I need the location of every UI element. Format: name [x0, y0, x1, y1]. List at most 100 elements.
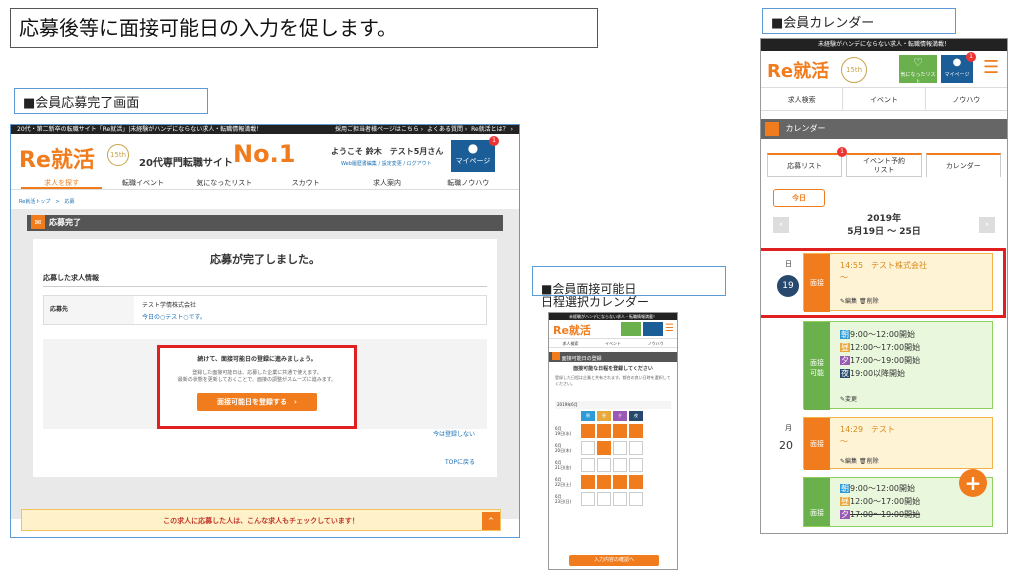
topbar-link-about[interactable]: Re就活とは？ ›: [471, 126, 513, 133]
slot-cell-selected[interactable]: [629, 475, 643, 489]
slot2-noon-text: 12:00〜17:00開始: [850, 497, 921, 506]
slot-cell-selected[interactable]: [613, 424, 627, 438]
slot-cell[interactable]: [613, 458, 627, 472]
slot-item: 夜19:00以降開始: [840, 367, 920, 380]
right-anniversary-badge: 15th: [841, 57, 867, 83]
main-heading: 応募後等に面接可能日の入力を促します。: [19, 16, 397, 40]
mypage-button[interactable]: ● マイページ 1: [451, 136, 499, 172]
next-week-button[interactable]: ›: [979, 217, 995, 233]
tab-event-reservations[interactable]: イベント予約 リスト: [846, 153, 922, 177]
slot-cell[interactable]: [613, 441, 627, 455]
right-section-bar: カレンダー: [761, 119, 1007, 139]
slot-cell-selected[interactable]: [613, 475, 627, 489]
edit-link[interactable]: 編集: [845, 298, 857, 305]
slot2-item: 昼12:00〜17:00開始: [840, 495, 920, 508]
complete-message: 応募が完了しました。: [210, 253, 320, 266]
today-button[interactable]: 今日: [773, 189, 825, 207]
week-year: 2019年: [866, 214, 902, 224]
register-button[interactable]: 面接可能日を登録する ›: [197, 393, 317, 411]
slot-cell[interactable]: [597, 492, 611, 506]
slot-cell[interactable]: [581, 441, 595, 455]
tab-applications[interactable]: 応募リスト: [767, 153, 843, 177]
slot-cell[interactable]: [613, 492, 627, 506]
table-label: 応募先: [44, 296, 134, 324]
mid-mypage-button[interactable]: [643, 322, 663, 336]
mid-heading: 面接可能な日程を登録してください: [573, 366, 653, 372]
nav-item-events[interactable]: 転職イベント: [102, 176, 183, 189]
slot2-item: 朝9:00〜12:00開始: [840, 482, 920, 495]
right-nav-events[interactable]: イベント: [843, 88, 926, 110]
slot-cell[interactable]: [597, 458, 611, 472]
right-nav: 求人検索 イベント ノウハウ: [761, 87, 1007, 111]
mid-menu-icon[interactable]: ☰: [665, 323, 674, 334]
mid-fav-button[interactable]: [621, 322, 641, 336]
complete-card: 応募が完了しました。 応募した求人情報 応募先 テスト学情株式会社 今日の○テス…: [33, 239, 497, 477]
nav-item-search[interactable]: 求人を探す: [21, 176, 103, 189]
slot-cell[interactable]: [629, 492, 643, 506]
slot-cell-selected[interactable]: [597, 424, 611, 438]
add-fab-button[interactable]: +: [959, 469, 987, 497]
anniversary-badge: 15th: [107, 144, 129, 166]
mid-header: Re就活 ☰: [549, 320, 677, 338]
mid-section-title: 面接可能日の登録: [561, 356, 602, 362]
mid-confirm-button[interactable]: 入力内容の確認へ: [569, 555, 659, 566]
desktop-logo[interactable]: Re就活: [19, 142, 95, 174]
prev-week-button[interactable]: ‹: [773, 217, 789, 233]
prompt-text-2: 最新の状態を更新しておくことで、面接の調整がスムーズに進みます。: [177, 377, 337, 383]
slot-cell[interactable]: [629, 458, 643, 472]
nav-item-knowhow[interactable]: 転職ノウハウ: [428, 176, 509, 189]
slot-cell-selected[interactable]: [597, 475, 611, 489]
right-menu-icon[interactable]: ☰: [983, 57, 999, 78]
change-link[interactable]: 変更: [845, 396, 857, 403]
topbar-link-faq[interactable]: よくある質問 ›: [427, 126, 467, 133]
nav-item-guide[interactable]: 求人案内: [346, 176, 427, 189]
event-card-interview[interactable]: 面接 14:55 テスト株式会社 〜 ✎編集 🗑削除: [803, 253, 993, 312]
slot2-morning-badge: 朝: [840, 484, 850, 493]
slot-cell-selected[interactable]: [581, 475, 595, 489]
mid-nav-events[interactable]: イベント: [592, 339, 635, 347]
right-fav-button[interactable]: ♡ 気になったリスト: [899, 55, 937, 85]
event-time: 14:55 テスト株式会社: [840, 261, 928, 270]
availability2-type-label: 面接: [810, 509, 824, 517]
desktop-nav: 求人を探す 転職イベント 気になったリスト スカウト 求人案内 転職ノウハウ: [11, 176, 519, 190]
event-actions: ✎編集 🗑削除: [840, 296, 879, 305]
slot-cell-selected[interactable]: [581, 424, 595, 438]
slot-cell-selected[interactable]: [597, 441, 611, 455]
nav-item-favorites[interactable]: 気になったリスト: [184, 176, 265, 189]
account-links[interactable]: Web履歴書編集 / 設定変更 / ログアウト: [341, 160, 432, 167]
mid-nav-search[interactable]: 求人検索: [549, 339, 592, 347]
availability-card[interactable]: 面接 可能 朝9:00〜12:00開始 昼12:00〜17:00開始 夕17:0…: [803, 321, 993, 410]
event2-card-interview[interactable]: 面接 14:29 テスト 〜 ✎編集 🗑削除: [803, 417, 993, 470]
not-now-link[interactable]: 今は登録しない: [433, 429, 475, 438]
topbar-link-recruiter[interactable]: 採用ご担当者様ページはこちら ›: [335, 126, 423, 133]
desktop-header: Re就活 15th 20代専門転職サイト No.1 ようこそ 鈴木 テスト5月さ…: [11, 134, 519, 176]
slot-cell-selected[interactable]: [629, 424, 643, 438]
right-logo[interactable]: Re就活: [767, 57, 829, 83]
label-interview-calendar: ■会員面接可能日 日程選択カレンダー: [532, 266, 726, 309]
tab-calendar[interactable]: カレンダー: [925, 153, 1001, 177]
tagline: 20代専門転職サイト: [139, 158, 233, 169]
scroll-top-icon[interactable]: ^: [482, 512, 500, 530]
mid-nav-knowhow[interactable]: ノウハウ: [634, 339, 677, 347]
mid-row-date: 6月 23日(日): [555, 494, 572, 504]
delete2-link[interactable]: 削除: [867, 458, 879, 465]
right-header: Re就活 15th ♡ 気になったリスト ● マイページ 1 ☰: [761, 51, 1007, 87]
mid-logo[interactable]: Re就活: [553, 322, 591, 338]
right-nav-knowhow[interactable]: ノウハウ: [926, 88, 1007, 110]
mid-calendar-icon: [552, 352, 560, 360]
top-link[interactable]: TOPに戻る: [445, 457, 475, 466]
desktop-topbar: 20代・第二新卒の転職サイト「Re就活」|未経験がハンデにならない求人・転職情報…: [11, 125, 519, 134]
slot-cell[interactable]: [581, 458, 595, 472]
slot-cell[interactable]: [581, 492, 595, 506]
slot-night-icon: 夜: [629, 411, 643, 421]
delete-link[interactable]: 削除: [867, 298, 879, 305]
breadcrumb[interactable]: Re就活トップ > 応募: [11, 190, 519, 209]
mail-icon: ✉: [31, 215, 45, 229]
right-mypage-button[interactable]: ● マイページ 1: [941, 52, 976, 83]
edit2-link[interactable]: 編集: [845, 458, 857, 465]
right-nav-search[interactable]: 求人検索: [761, 88, 844, 110]
day2-number[interactable]: 20: [779, 439, 793, 452]
slot-cell[interactable]: [629, 441, 643, 455]
nav-item-scout[interactable]: スカウト: [265, 176, 346, 189]
recommend-banner[interactable]: この求人に応募した人は、こんな求人もチェックしています！ ^: [21, 509, 501, 531]
